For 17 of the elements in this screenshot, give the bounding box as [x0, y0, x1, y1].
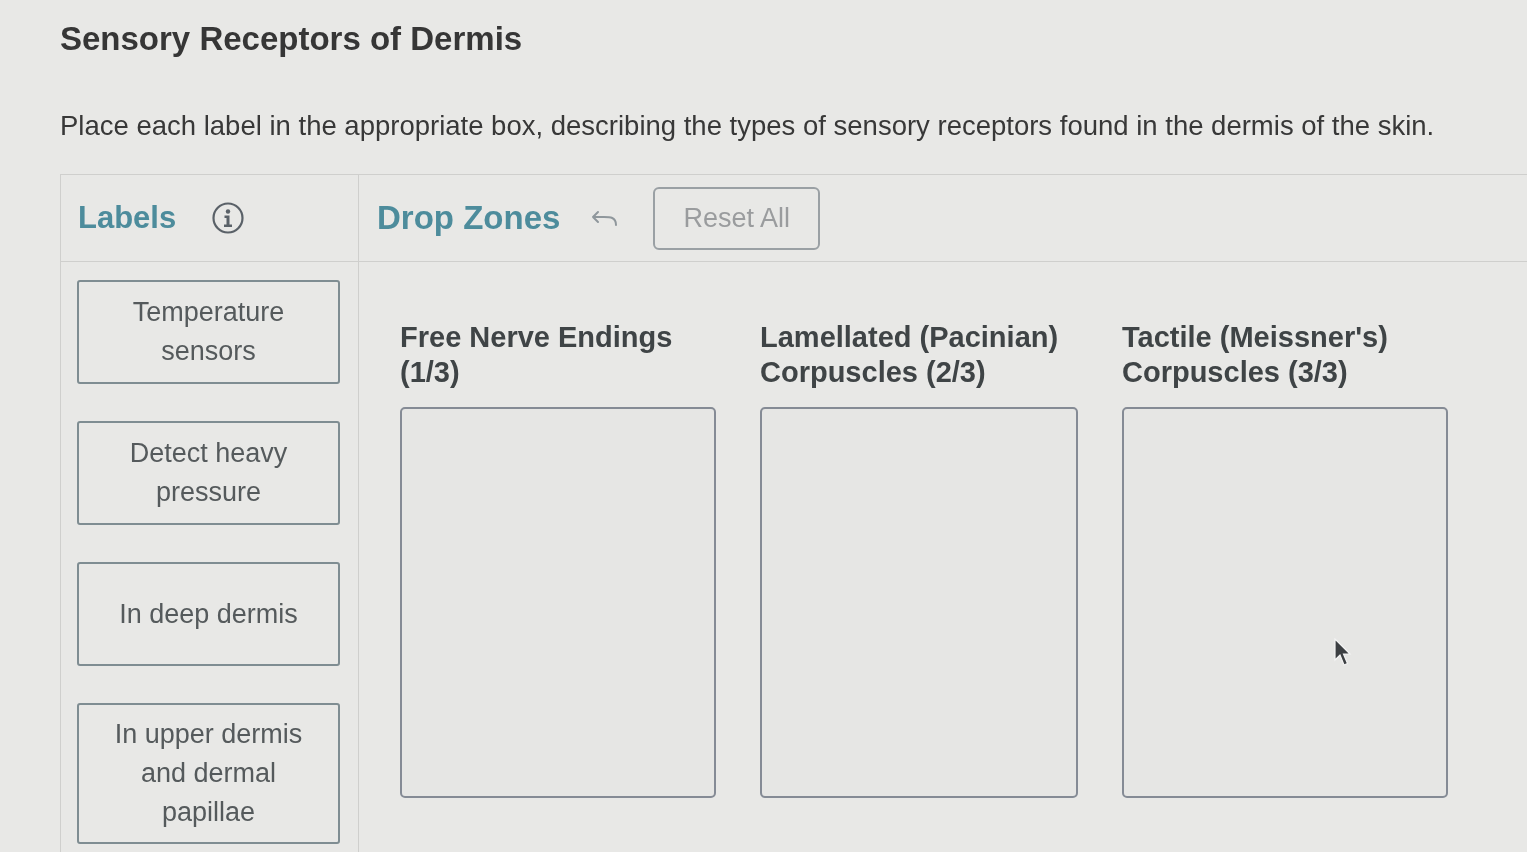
info-icon[interactable] — [212, 202, 245, 234]
page-title: Sensory Receptors of Dermis — [60, 19, 523, 59]
drop-zone-heading: Tactile (Meissner's) Corpuscles (3/3) — [1122, 320, 1389, 390]
drop-zone-heading: Lamellated (Pacinian) Corpuscles (2/3) — [760, 320, 1060, 390]
labels-heading: Labels — [78, 200, 177, 236]
undo-button[interactable] — [590, 209, 619, 227]
label-card[interactable]: Detect heavy pressure — [77, 421, 340, 525]
drop-zone-heading: Free Nerve Endings (1/3) — [400, 320, 674, 390]
instructions-text: Place each label in the appropriate box, describing the types of sensory receptors found in the dermis of the skin. — [60, 110, 1435, 142]
mouse-pointer-icon — [1334, 638, 1352, 668]
drop-area[interactable] — [760, 407, 1078, 798]
label-card[interactable]: In deep dermis — [77, 562, 340, 666]
drop-zones-heading: Drop Zones — [377, 199, 561, 237]
drop-area[interactable] — [400, 407, 716, 798]
label-card[interactable]: Temperature sensors — [77, 280, 340, 384]
label-card[interactable]: In upper dermis and dermal papillae — [77, 703, 340, 844]
drop-area[interactable] — [1122, 407, 1448, 798]
